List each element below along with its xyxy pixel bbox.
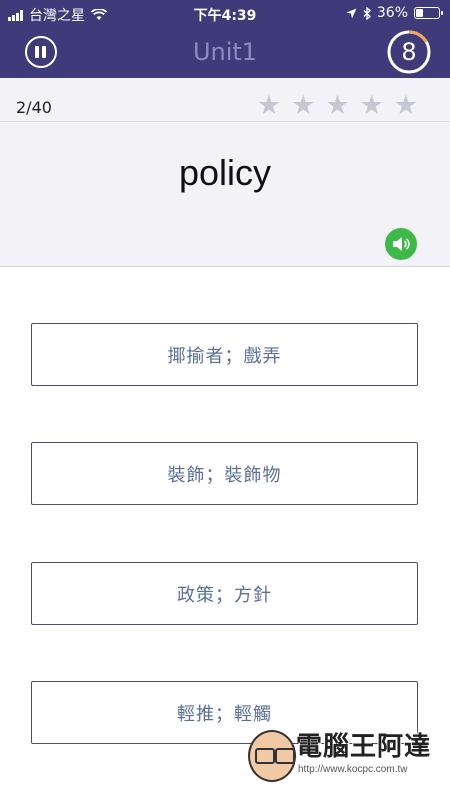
answer-option-1[interactable]: 揶揄者；戲弄 [31, 323, 418, 386]
bluetooth-icon [363, 6, 371, 20]
vocabulary-word: policy [178, 152, 272, 193]
rating-stars: ★ ★ ★ ★ ★ [257, 92, 418, 119]
battery-percent: 36% [376, 5, 408, 21]
question-progress: 2/40 [16, 98, 52, 117]
location-icon [346, 8, 357, 18]
watermark: 電腦王阿達 http://www.kocpc.com.tw [248, 724, 443, 790]
countdown-timer: 8 [386, 29, 432, 75]
battery-icon [414, 7, 443, 19]
timer-value: 8 [401, 38, 417, 66]
star-icon: ★ [325, 90, 350, 121]
star-icon: ★ [359, 90, 384, 121]
star-icon: ★ [291, 90, 316, 121]
status-right: 36% [346, 5, 443, 21]
word-panel: 2/40 ★ ★ ★ ★ ★ policy [0, 78, 450, 267]
star-icon: ★ [393, 90, 418, 121]
watermark-title: 電腦王阿達 [296, 732, 432, 762]
watermark-url: http://www.kocpc.com.tw [298, 764, 408, 775]
panel-divider [0, 121, 450, 122]
unit-title: Unit1 [192, 38, 258, 66]
answer-option-3[interactable]: 政策；方針 [31, 562, 418, 625]
watermark-avatar-icon [248, 730, 296, 782]
status-bar: 台灣之星 下午4:39 36% [0, 0, 450, 28]
pronunciation-button[interactable] [385, 228, 417, 260]
battery-fill [416, 9, 424, 17]
star-icon: ★ [256, 90, 282, 121]
watermark-glasses-right [275, 748, 295, 764]
answer-option-2[interactable]: 裝飾；裝飾物 [31, 442, 418, 505]
watermark-glasses [255, 748, 275, 764]
nav-bar: Unit1 8 [0, 28, 450, 78]
speaker-icon [393, 237, 410, 251]
